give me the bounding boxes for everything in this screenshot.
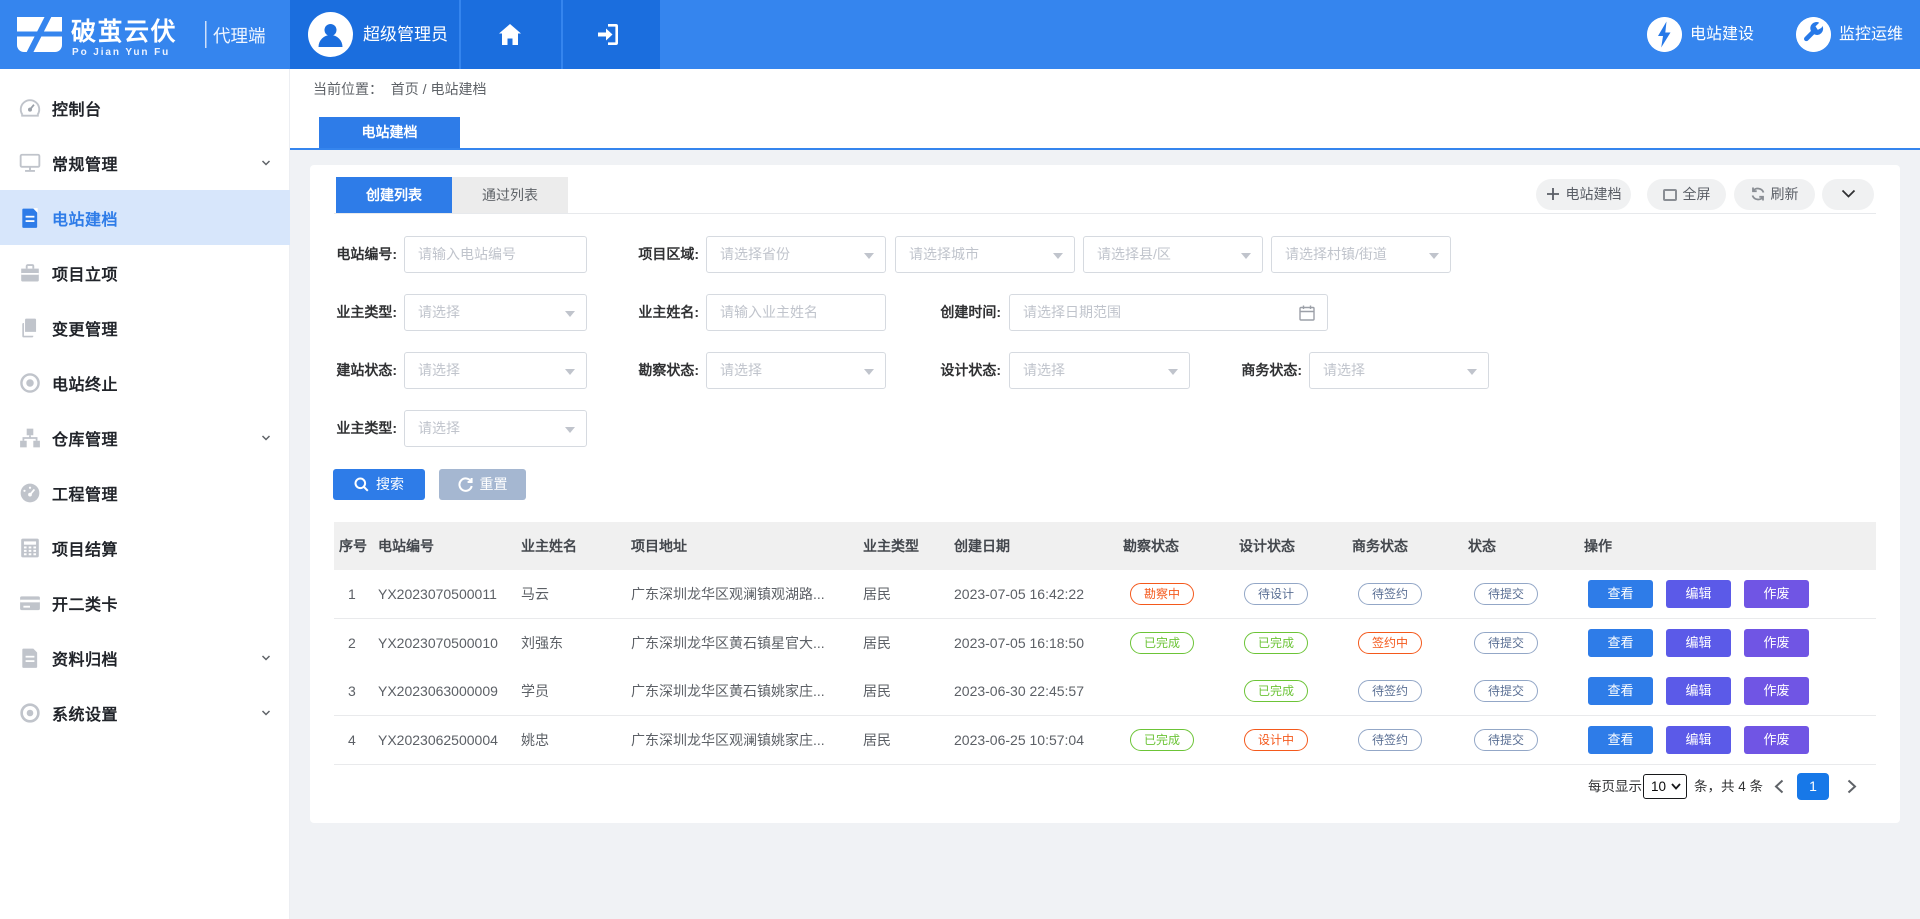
svg-text:Po Jian Yun Fu: Po Jian Yun Fu	[72, 47, 170, 58]
svg-text:破茧云伏: 破茧云伏	[71, 18, 177, 46]
svg-text:代理端: 代理端	[213, 26, 266, 46]
